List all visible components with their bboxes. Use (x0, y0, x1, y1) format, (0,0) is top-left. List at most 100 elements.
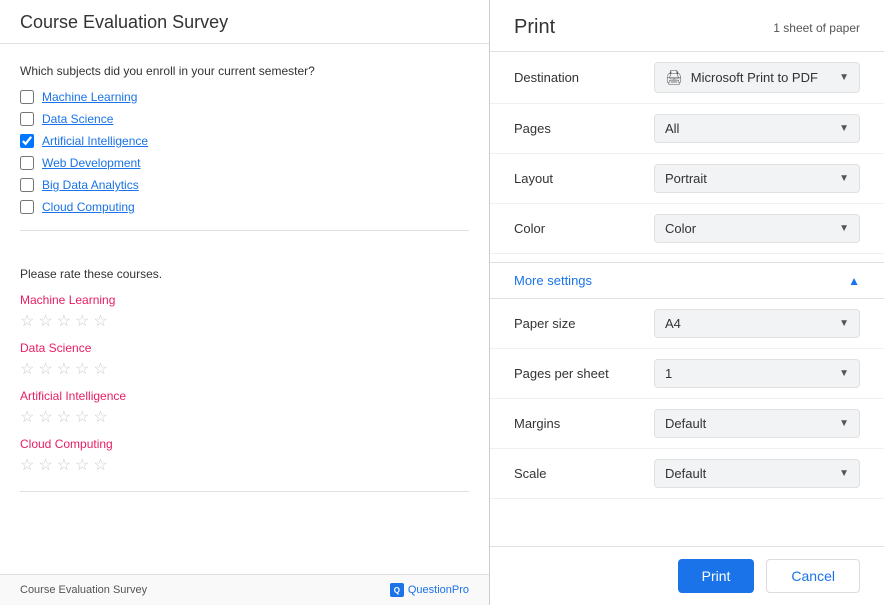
survey-title: Course Evaluation Survey (0, 0, 489, 44)
margins-select[interactable]: Default ▼ (654, 409, 860, 438)
print-title: Print (514, 16, 555, 39)
pages-select[interactable]: All ▼ (654, 114, 860, 143)
star-5[interactable]: ☆ (93, 455, 107, 475)
cancel-button[interactable]: Cancel (766, 559, 860, 593)
star-5[interactable]: ☆ (93, 311, 107, 331)
course-name-ai: Artificial Intelligence (20, 389, 469, 403)
color-select[interactable]: Color ▼ (654, 214, 860, 243)
layout-select-wrapper: Portrait ▼ (654, 164, 860, 193)
pages-value: All (665, 121, 679, 136)
scale-value: Default (665, 466, 706, 481)
checkbox-big-data: Big Data Analytics (20, 178, 469, 192)
rating-cc: Cloud Computing ☆ ☆ ☆ ☆ ☆ (20, 437, 469, 475)
rating-ds: Data Science ☆ ☆ ☆ ☆ ☆ (20, 341, 469, 379)
checkbox-ds-input[interactable] (20, 112, 34, 126)
checkbox-cloud: Cloud Computing (20, 200, 469, 214)
print-header: Print 1 sheet of paper (490, 0, 884, 52)
star-3[interactable]: ☆ (57, 311, 71, 331)
pages-label: Pages (514, 121, 654, 136)
star-2[interactable]: ☆ (38, 359, 52, 379)
color-select-wrapper: Color ▼ (654, 214, 860, 243)
paper-size-label: Paper size (514, 316, 654, 331)
star-2[interactable]: ☆ (38, 311, 52, 331)
star-4[interactable]: ☆ (75, 407, 89, 427)
pages-per-sheet-select[interactable]: 1 ▼ (654, 359, 860, 388)
star-4[interactable]: ☆ (75, 311, 89, 331)
checkbox-ai-input[interactable] (20, 134, 34, 148)
more-settings-toggle[interactable]: More settings ▲ (490, 262, 884, 299)
destination-value-row: 🖨 Microsoft Print to PDF (665, 69, 833, 86)
print-sheet-info: 1 sheet of paper (773, 21, 860, 35)
stars-ml[interactable]: ☆ ☆ ☆ ☆ ☆ (20, 311, 469, 331)
star-4[interactable]: ☆ (75, 359, 89, 379)
destination-label: Destination (514, 70, 654, 85)
stars-ai[interactable]: ☆ ☆ ☆ ☆ ☆ (20, 407, 469, 427)
margins-label: Margins (514, 416, 654, 431)
survey-content: Which subjects did you enroll in your cu… (0, 44, 489, 574)
star-2[interactable]: ☆ (38, 455, 52, 475)
stars-ds[interactable]: ☆ ☆ ☆ ☆ ☆ (20, 359, 469, 379)
print-row-scale: Scale Default ▼ (490, 449, 884, 499)
question-2: Please rate these courses. (20, 267, 469, 281)
print-row-margins: Margins Default ▼ (490, 399, 884, 449)
paper-size-select[interactable]: A4 ▼ (654, 309, 860, 338)
checkbox-cc-label[interactable]: Cloud Computing (42, 200, 135, 214)
more-settings-label: More settings (514, 273, 592, 288)
margins-select-wrapper: Default ▼ (654, 409, 860, 438)
layout-select[interactable]: Portrait ▼ (654, 164, 860, 193)
footer-brand: QuestionPro (408, 584, 469, 596)
paper-size-chevron: ▼ (839, 318, 849, 329)
star-4[interactable]: ☆ (75, 455, 89, 475)
more-settings-chevron-icon: ▲ (848, 274, 860, 288)
stars-cc[interactable]: ☆ ☆ ☆ ☆ ☆ (20, 455, 469, 475)
print-row-destination: Destination 🖨 Microsoft Print to PDF ▼ (490, 52, 884, 104)
color-chevron: ▼ (839, 223, 849, 234)
checkbox-bd-input[interactable] (20, 178, 34, 192)
star-1[interactable]: ☆ (20, 359, 34, 379)
star-1[interactable]: ☆ (20, 407, 34, 427)
rating-ml: Machine Learning ☆ ☆ ☆ ☆ ☆ (20, 293, 469, 331)
checkbox-ml-label[interactable]: Machine Learning (42, 90, 137, 104)
scale-select-wrapper: Default ▼ (654, 459, 860, 488)
print-row-layout: Layout Portrait ▼ (490, 154, 884, 204)
footer-logo: Q QuestionPro (390, 583, 469, 597)
star-5[interactable]: ☆ (93, 359, 107, 379)
star-3[interactable]: ☆ (57, 455, 71, 475)
checkbox-bd-label[interactable]: Big Data Analytics (42, 178, 139, 192)
checkbox-cc-input[interactable] (20, 200, 34, 214)
rating-ai: Artificial Intelligence ☆ ☆ ☆ ☆ ☆ (20, 389, 469, 427)
survey-panel: Course Evaluation Survey Which subjects … (0, 0, 490, 605)
footer-title: Course Evaluation Survey (20, 584, 147, 596)
checkbox-ds-label[interactable]: Data Science (42, 112, 113, 126)
checkbox-ai-label[interactable]: Artificial Intelligence (42, 134, 148, 148)
destination-select[interactable]: 🖨 Microsoft Print to PDF ▼ (654, 62, 860, 93)
print-panel: Print 1 sheet of paper Destination 🖨 Mic… (490, 0, 884, 605)
star-1[interactable]: ☆ (20, 455, 34, 475)
survey-footer: Course Evaluation Survey Q QuestionPro (0, 574, 489, 605)
scale-chevron: ▼ (839, 468, 849, 479)
star-3[interactable]: ☆ (57, 359, 71, 379)
print-settings-scroll[interactable]: Print 1 sheet of paper Destination 🖨 Mic… (490, 0, 884, 546)
paper-size-value: A4 (665, 316, 681, 331)
questionpro-icon: Q (390, 583, 404, 597)
checkbox-wd-label[interactable]: Web Development (42, 156, 141, 170)
pages-select-wrapper: All ▼ (654, 114, 860, 143)
print-row-paper-size: Paper size A4 ▼ (490, 299, 884, 349)
layout-value: Portrait (665, 171, 707, 186)
paper-size-select-wrapper: A4 ▼ (654, 309, 860, 338)
destination-value: Microsoft Print to PDF (691, 70, 818, 85)
star-2[interactable]: ☆ (38, 407, 52, 427)
destination-chevron: ▼ (839, 72, 849, 83)
star-5[interactable]: ☆ (93, 407, 107, 427)
checkbox-wd-input[interactable] (20, 156, 34, 170)
star-3[interactable]: ☆ (57, 407, 71, 427)
pages-per-sheet-value: 1 (665, 366, 672, 381)
question-1: Which subjects did you enroll in your cu… (20, 64, 469, 78)
divider-2 (20, 491, 469, 492)
scale-select[interactable]: Default ▼ (654, 459, 860, 488)
checkbox-ml-input[interactable] (20, 90, 34, 104)
star-1[interactable]: ☆ (20, 311, 34, 331)
pages-per-sheet-select-wrapper: 1 ▼ (654, 359, 860, 388)
pages-per-sheet-label: Pages per sheet (514, 366, 654, 381)
print-button[interactable]: Print (678, 559, 755, 593)
